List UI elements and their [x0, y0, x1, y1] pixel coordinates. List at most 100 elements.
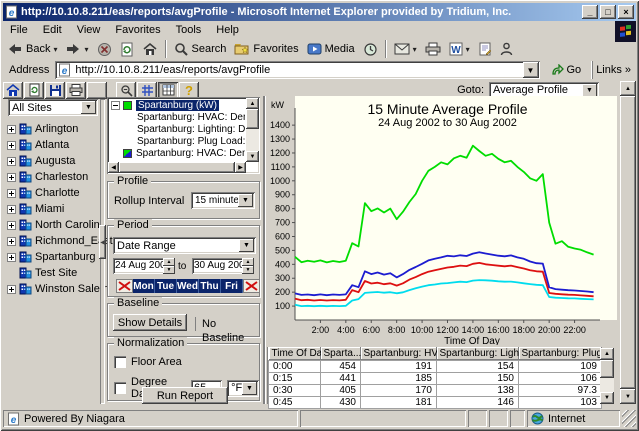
menu-favorites[interactable]: Favorites: [108, 22, 168, 38]
address-dropdown-button[interactable]: ▼: [523, 62, 539, 78]
end-date-spinner[interactable]: 30 Aug 2002 ▲▼: [192, 258, 254, 274]
column-header-4[interactable]: Spartanburg: Plug ...: [519, 347, 602, 361]
series-list-vscroll[interactable]: ▲ ▼: [246, 98, 259, 162]
column-header-2[interactable]: Spartanburg: HV...: [361, 347, 437, 361]
scroll-thumb[interactable]: [600, 360, 614, 378]
scroll-thumb[interactable]: [119, 162, 235, 173]
chevron-down-icon[interactable]: ▾: [84, 45, 88, 54]
toolbar-home-button[interactable]: [138, 39, 162, 59]
toolbar-history-button[interactable]: [359, 39, 382, 59]
series-list-box[interactable]: Spartanburg (kW)Spartanburg: HVAC: Deman…: [107, 97, 260, 174]
close-button[interactable]: ×: [618, 5, 634, 19]
report-toolbar-help-button[interactable]: ?: [179, 82, 199, 99]
scroll-down-icon[interactable]: ▼: [246, 151, 259, 162]
expand-plus-icon[interactable]: [7, 221, 16, 230]
toolbar-refresh-button[interactable]: [116, 39, 138, 59]
toolbar-search-button[interactable]: Search: [170, 39, 231, 59]
weekday-thu[interactable]: Thu: [199, 279, 221, 293]
page-scrollbar[interactable]: ▲ ▼: [620, 81, 636, 404]
period-type-select[interactable]: Date Range ▼: [113, 237, 256, 254]
column-header-3[interactable]: Spartanburg: Ligh...: [437, 347, 519, 361]
title-bar[interactable]: e http://10.10.8.211/eas/reports/avgProf…: [3, 3, 636, 21]
scroll-right-icon[interactable]: ▶: [235, 162, 246, 173]
sidebar-item-charleston[interactable]: Charleston: [3, 169, 100, 185]
scroll-thumb[interactable]: [246, 109, 259, 129]
toolbar-print-button[interactable]: [421, 39, 445, 59]
chevron-down-icon[interactable]: ▼: [81, 101, 96, 114]
degree-day-checkbox[interactable]: [114, 382, 126, 394]
menu-view[interactable]: View: [70, 22, 109, 38]
toolbar-messenger-button[interactable]: [496, 39, 517, 59]
sidebar-item-charlotte[interactable]: Charlotte: [3, 185, 100, 201]
chevron-down-icon[interactable]: ▼: [242, 382, 257, 395]
scroll-down-icon[interactable]: ▼: [600, 392, 614, 404]
expand-plus-icon[interactable]: [7, 189, 16, 198]
scroll-up-icon[interactable]: ▲: [246, 98, 259, 109]
toolbar-edit-button[interactable]: [474, 39, 496, 59]
maximize-button[interactable]: □: [600, 5, 616, 19]
expand-plus-icon[interactable]: [7, 253, 16, 262]
scroll-up-icon[interactable]: ▲: [620, 81, 636, 96]
sidebar-item-test-site[interactable]: Test Site: [3, 265, 100, 281]
splitter-collapse-button[interactable]: ◀: [99, 225, 106, 259]
spin-down-icon[interactable]: ▼: [242, 266, 254, 274]
start-date-spinner[interactable]: 24 Aug 2002 ▲▼: [113, 258, 175, 274]
sidebar-item-arlington[interactable]: Arlington: [3, 121, 100, 137]
toolbar-word-button[interactable]: W▾: [445, 39, 474, 59]
toolbar-back-button[interactable]: Back▾: [3, 39, 61, 59]
menu-tools[interactable]: Tools: [169, 22, 210, 38]
expand-plus-icon[interactable]: [7, 157, 16, 166]
report-toolbar-save-button[interactable]: [45, 82, 65, 99]
series-list-hscroll[interactable]: ◀ ▶: [108, 162, 246, 173]
column-header-1[interactable]: Sparta...: [321, 347, 361, 361]
scroll-down-icon[interactable]: ▼: [620, 389, 636, 404]
chevron-down-icon[interactable]: ▾: [53, 45, 57, 54]
series-list-item[interactable]: Spartanburg (kW): [109, 99, 245, 111]
go-button[interactable]: Go: [545, 61, 588, 79]
weekend-blocked-sat[interactable]: [243, 279, 260, 293]
weekend-blocked-sun[interactable]: [116, 279, 133, 293]
spin-up-icon[interactable]: ▲: [242, 258, 254, 266]
toolbar-mail-button[interactable]: ▾: [390, 39, 421, 59]
report-toolbar-hierarchy-button[interactable]: [87, 82, 107, 99]
links-button[interactable]: Links »: [591, 61, 636, 79]
menu-help[interactable]: Help: [209, 22, 247, 38]
weekday-wed[interactable]: Wed: [177, 279, 199, 293]
report-toolbar-zoom-button[interactable]: [116, 82, 136, 99]
report-toolbar-print-button[interactable]: [66, 82, 86, 99]
spin-up-icon[interactable]: ▲: [163, 258, 175, 266]
scroll-up-icon[interactable]: ▲: [600, 348, 614, 360]
report-toolbar-table-button[interactable]: [158, 82, 178, 99]
chevron-down-icon[interactable]: ▾: [466, 45, 470, 54]
floor-area-checkbox[interactable]: [114, 356, 126, 368]
resize-grip[interactable]: [622, 410, 636, 427]
weekday-fri[interactable]: Fri: [221, 279, 243, 293]
series-list-item[interactable]: Spartanburg: Plug Load: Demand: [109, 135, 245, 147]
degree-unit-select[interactable]: °F▼: [227, 380, 259, 397]
expand-plus-icon[interactable]: [7, 285, 16, 294]
chevron-down-icon[interactable]: ▼: [239, 239, 254, 252]
sidebar-item-winston-salem[interactable]: Winston Salem: [3, 281, 100, 297]
scroll-thumb[interactable]: [620, 96, 636, 389]
chevron-down-icon[interactable]: ▼: [582, 84, 597, 97]
run-report-button[interactable]: Run Report: [142, 387, 228, 404]
expand-plus-icon[interactable]: [7, 173, 16, 182]
toolbar-stop-button[interactable]: [93, 39, 116, 59]
sidebar-item-north-carolina[interactable]: North Carolina: [3, 217, 100, 233]
sidebar-item-spartanburg[interactable]: Spartanburg: [3, 249, 100, 265]
chevron-down-icon[interactable]: ▾: [413, 45, 417, 54]
sidebar-item-augusta[interactable]: Augusta: [3, 153, 100, 169]
column-header-0[interactable]: Time Of Day: [269, 347, 321, 361]
sidebar-item-richmond-east[interactable]: Richmond_East: [3, 233, 100, 249]
expand-plus-icon[interactable]: [7, 141, 16, 150]
toolbar-forward-button[interactable]: ▾: [61, 39, 92, 59]
rollup-interval-select[interactable]: 15 minutes ▼: [191, 192, 255, 209]
report-toolbar-export-button[interactable]: [24, 82, 44, 99]
series-list-item[interactable]: Spartanburg: HVAC: Demand (kW): [109, 147, 245, 159]
minimize-button[interactable]: _: [582, 5, 598, 19]
series-list-item[interactable]: Spartanburg: HVAC: Demand: [109, 111, 245, 123]
weekday-tue[interactable]: Tue: [155, 279, 177, 293]
weekday-mon[interactable]: Mon: [133, 279, 155, 293]
address-input[interactable]: e http://10.10.8.211/eas/reports/avgProf…: [55, 61, 539, 79]
report-toolbar-grid-button[interactable]: [137, 82, 157, 99]
